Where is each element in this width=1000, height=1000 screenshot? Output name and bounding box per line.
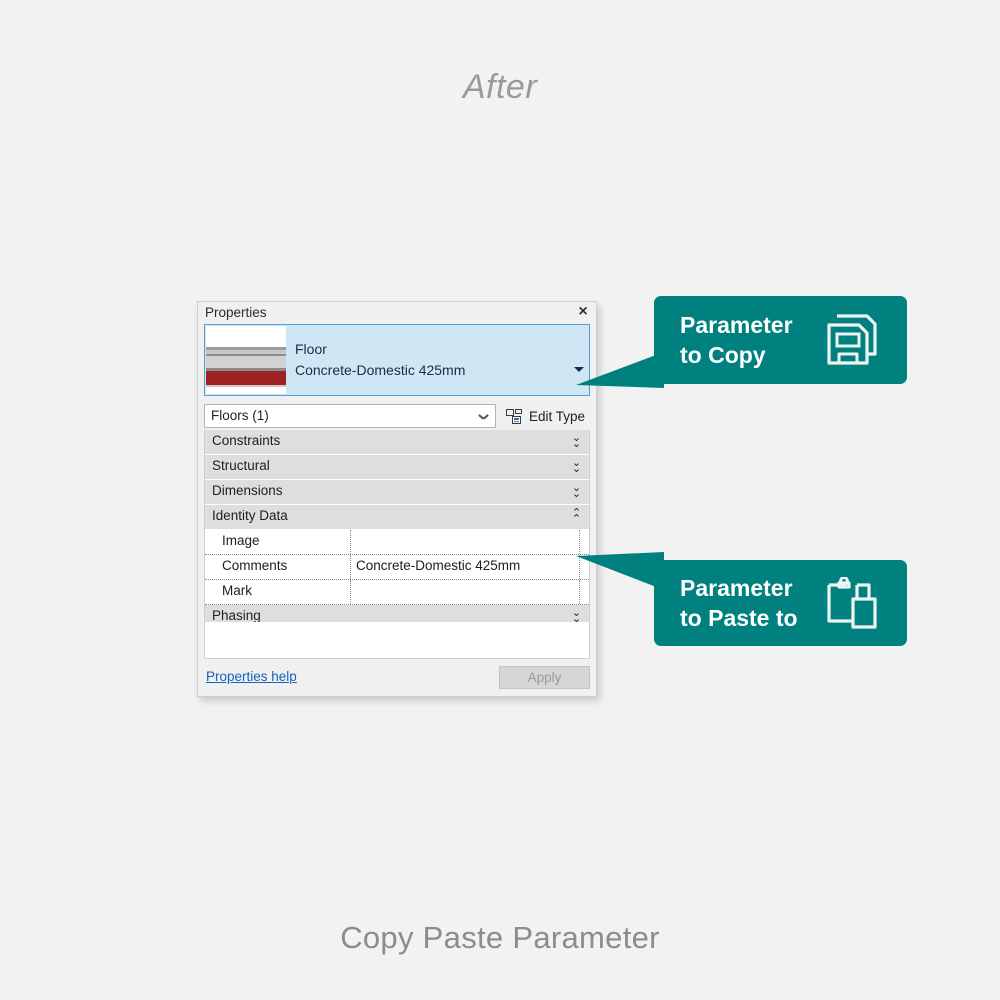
parameter-value[interactable]: Concrete-Domestic 425mm <box>356 558 520 573</box>
column-divider <box>350 530 351 554</box>
callout-parameter-to-paste-to: Parameter to Paste to <box>654 560 907 646</box>
parameter-list-empty-area <box>204 622 590 659</box>
instance-row: Floors (1) Edit Type <box>204 404 590 428</box>
edit-type-button[interactable]: Edit Type <box>506 405 585 427</box>
column-divider <box>350 580 351 604</box>
copy-save-icon <box>827 314 877 365</box>
double-chevron-down-icon[interactable]: ⌄ ⌄ <box>571 458 582 475</box>
column-divider <box>579 530 580 554</box>
group-row-dimensions[interactable]: Dimensions ⌄ ⌄ <box>205 480 589 505</box>
parameter-name: Mark <box>222 583 252 598</box>
parameter-name: Comments <box>222 558 288 573</box>
group-label: Constraints <box>212 433 281 448</box>
edit-type-label: Edit Type <box>529 408 586 424</box>
instance-selector-value: Floors (1) <box>211 408 269 423</box>
group-label: Structural <box>212 458 270 473</box>
floor-assembly-thumbnail-icon <box>206 326 286 394</box>
callout-tail-paste <box>576 552 664 590</box>
callout-tail-copy <box>576 352 664 388</box>
table-row[interactable]: Mark <box>205 580 589 605</box>
table-row[interactable]: Image <box>205 530 589 555</box>
table-row[interactable]: Comments Concrete-Domestic 425mm <box>205 555 589 580</box>
double-chevron-down-icon[interactable]: ⌄ ⌄ <box>571 483 582 500</box>
properties-panel: Properties × Floor Concrete-Domestic 425… <box>197 301 597 697</box>
edit-type-icon <box>506 408 522 424</box>
panel-title: Properties <box>205 305 267 320</box>
panel-titlebar: Properties × <box>198 302 596 323</box>
callout-parameter-to-copy: Parameter to Copy <box>654 296 907 384</box>
callout-label: Parameter to Copy <box>680 312 793 368</box>
group-row-identity-data[interactable]: Identity Data ⌃ ⌃ <box>205 505 589 530</box>
chevron-down-icon <box>479 414 488 419</box>
column-divider <box>350 555 351 579</box>
parameter-name: Image <box>222 533 260 548</box>
properties-help-link[interactable]: Properties help <box>206 669 297 684</box>
page-title: After <box>462 68 538 106</box>
close-icon[interactable]: × <box>574 303 592 321</box>
type-selector-labels: Floor Concrete-Domestic 425mm <box>286 325 567 395</box>
group-label: Phasing <box>212 608 261 623</box>
double-chevron-up-icon[interactable]: ⌃ ⌃ <box>571 508 582 525</box>
apply-button[interactable]: Apply <box>499 666 590 689</box>
group-row-structural[interactable]: Structural ⌄ ⌄ <box>205 455 589 480</box>
instance-selector[interactable]: Floors (1) <box>204 404 496 428</box>
double-chevron-down-icon[interactable]: ⌄ ⌄ <box>571 433 582 450</box>
parameter-list: Constraints ⌄ ⌄ Structural ⌄ ⌄ Dimensions … <box>204 430 590 630</box>
type-name-label: Concrete-Domestic 425mm <box>295 362 466 378</box>
group-row-constraints[interactable]: Constraints ⌄ ⌄ <box>205 430 589 455</box>
callout-label: Parameter to Paste to <box>680 575 798 631</box>
clipboard-paste-icon <box>827 577 877 629</box>
type-selector[interactable]: Floor Concrete-Domestic 425mm <box>204 324 590 396</box>
page-caption: Copy Paste Parameter <box>340 920 660 955</box>
panel-footer: Properties help Apply <box>198 660 596 696</box>
group-label: Identity Data <box>212 508 288 523</box>
type-family-label: Floor <box>295 341 327 357</box>
group-label: Dimensions <box>212 483 283 498</box>
